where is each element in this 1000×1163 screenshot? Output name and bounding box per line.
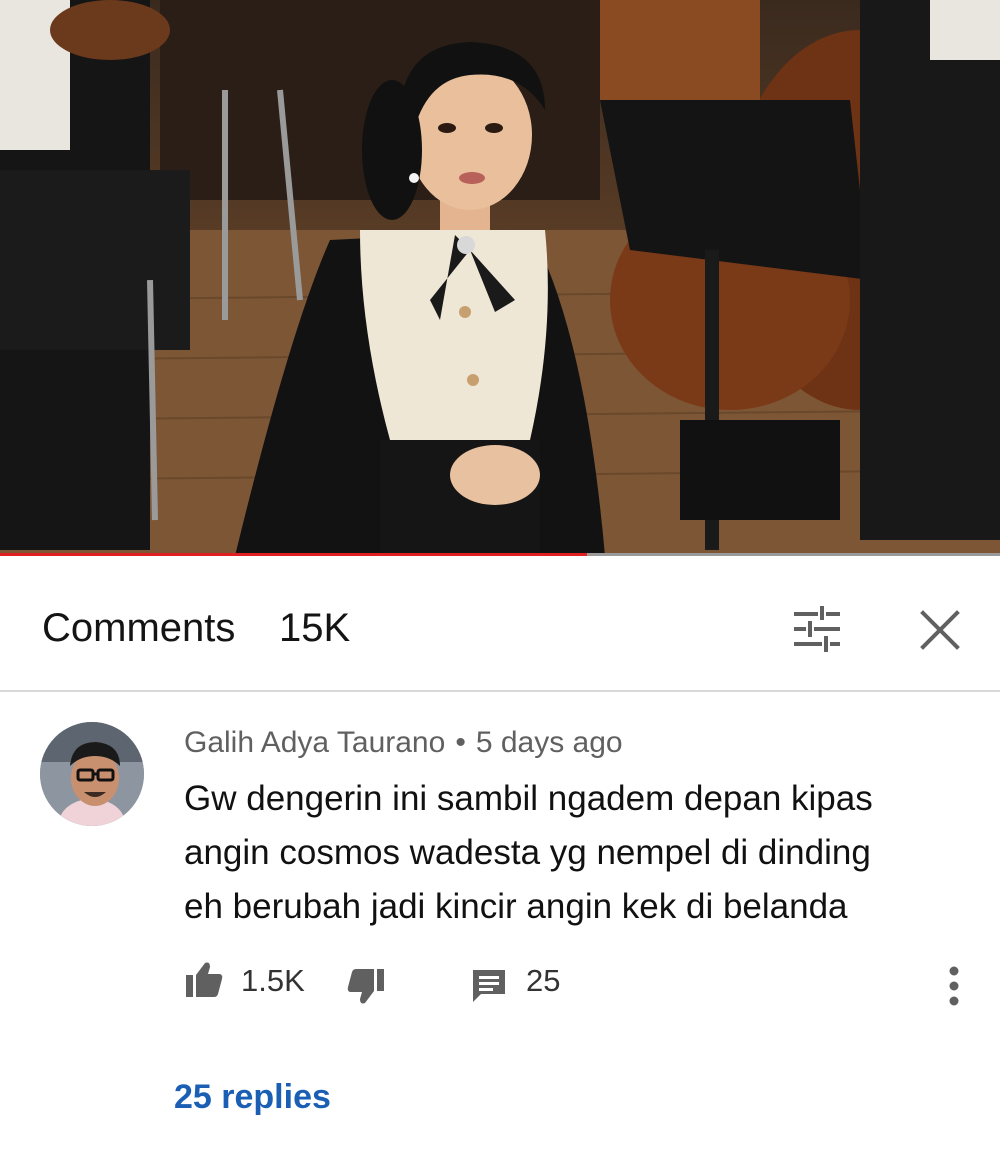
avatar-photo [40, 722, 144, 826]
comment-actions: 1.5K 25 [0, 955, 1000, 1015]
video-progress-bar[interactable] [0, 553, 1000, 556]
comment-line: angin cosmos wadesta yg nempel di dindin… [184, 833, 871, 872]
reply-icon[interactable] [470, 967, 508, 1005]
comments-header: Comments 15K [0, 560, 1000, 692]
view-replies-link[interactable]: 25 replies [174, 1078, 331, 1117]
comment-line: Gw dengerin ini sambil ngadem depan kipa… [184, 779, 873, 818]
comment-author[interactable]: Galih Adya Taurano [184, 726, 445, 759]
video-player[interactable] [0, 0, 1000, 556]
sort-filter-icon[interactable] [790, 604, 844, 654]
comment-time: 5 days ago [475, 726, 623, 759]
close-icon[interactable] [914, 604, 966, 656]
thumbs-up-icon[interactable] [184, 959, 224, 999]
comments-title: Comments [42, 606, 236, 650]
more-vert-icon[interactable] [936, 963, 972, 1009]
video-frame [0, 0, 1000, 556]
comments-count: 15K [279, 606, 351, 650]
like-count: 1.5K [241, 963, 305, 998]
video-progress-fill [0, 553, 587, 556]
author-avatar[interactable] [40, 722, 144, 826]
comment-meta: Galih Adya Taurano • 5 days ago [184, 726, 623, 760]
meta-separator: • [455, 726, 466, 759]
reply-count: 25 [526, 963, 561, 998]
comment-line: eh berubah jadi kincir angin kek di bela… [184, 887, 848, 926]
comment-text: Gw dengerin ini sambil ngadem depan kipa… [184, 772, 964, 934]
thumbs-down-icon[interactable] [346, 967, 386, 1007]
